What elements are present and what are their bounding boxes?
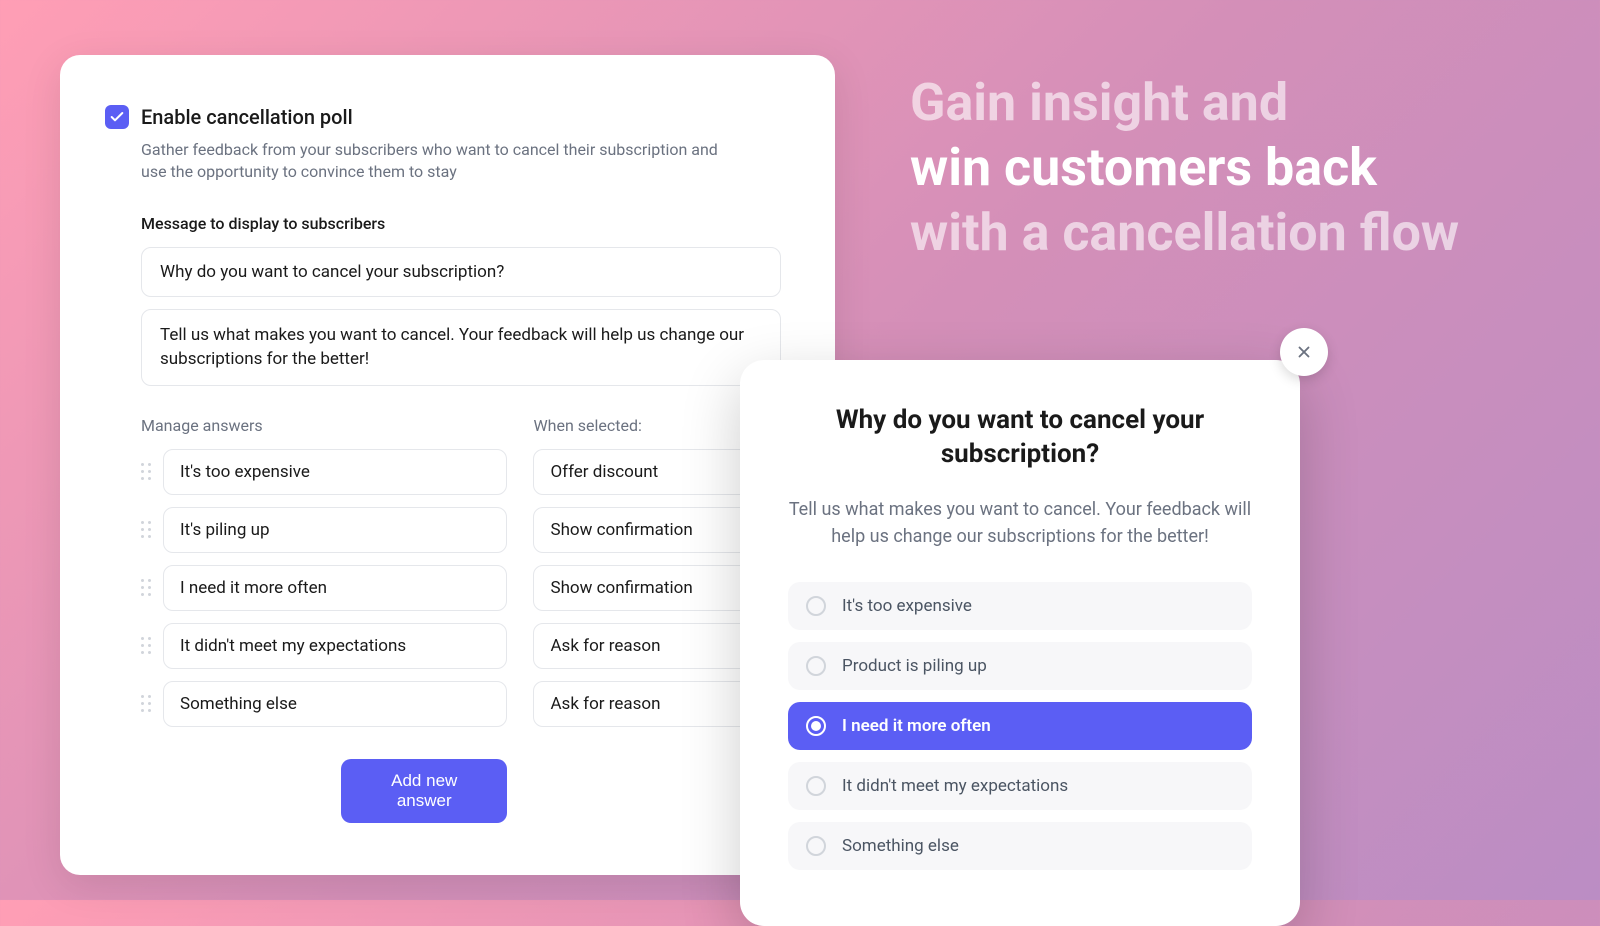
enable-label: Enable cancellation poll — [141, 105, 353, 129]
answers-column: Manage answers It's too expensive It's p… — [141, 416, 507, 823]
cancel-option[interactable]: It's too expensive — [788, 582, 1252, 630]
marketing-headline: Gain insight and win customers back with… — [910, 70, 1459, 265]
answer-row: I need it more often — [141, 565, 507, 611]
radio-icon — [806, 776, 826, 796]
option-label: I need it more often — [842, 716, 991, 736]
drag-handle-icon[interactable] — [141, 695, 153, 713]
answer-input[interactable]: It's piling up — [163, 507, 507, 553]
answer-row: It didn't meet my expectations — [141, 623, 507, 669]
check-icon — [109, 109, 125, 125]
option-label: Something else — [842, 836, 959, 856]
answer-row: It's piling up — [141, 507, 507, 553]
answer-input[interactable]: Something else — [163, 681, 507, 727]
drag-handle-icon[interactable] — [141, 637, 153, 655]
modal-subtitle: Tell us what makes you want to cancel. Y… — [788, 496, 1252, 550]
radio-icon — [806, 716, 826, 736]
answer-row: Something else — [141, 681, 507, 727]
cancel-option[interactable]: Something else — [788, 822, 1252, 870]
enable-row: Enable cancellation poll — [105, 105, 790, 129]
drag-handle-icon[interactable] — [141, 521, 153, 539]
close-button[interactable] — [1280, 328, 1328, 376]
answer-input[interactable]: It didn't meet my expectations — [163, 623, 507, 669]
headline-line3: with a cancellation flow — [910, 202, 1459, 263]
message-body-input[interactable]: Tell us what makes you want to cancel. Y… — [141, 309, 781, 387]
option-label: It's too expensive — [842, 596, 972, 616]
radio-icon — [806, 596, 826, 616]
drag-handle-icon[interactable] — [141, 463, 153, 481]
enable-description: Gather feedback from your subscribers wh… — [141, 139, 741, 184]
answer-row: It's too expensive — [141, 449, 507, 495]
message-section-label: Message to display to subscribers — [141, 214, 790, 233]
modal-title: Why do you want to cancel your subscript… — [788, 404, 1252, 472]
add-answer-button[interactable]: Add new answer — [341, 759, 507, 823]
enable-checkbox[interactable] — [105, 105, 129, 129]
radio-icon — [806, 836, 826, 856]
manage-answers-header: Manage answers — [141, 416, 507, 435]
drag-handle-icon[interactable] — [141, 579, 153, 597]
cancel-option[interactable]: Product is piling up — [788, 642, 1252, 690]
cancel-option[interactable]: I need it more often — [788, 702, 1252, 750]
answers-columns: Manage answers It's too expensive It's p… — [141, 416, 790, 823]
cancel-option[interactable]: It didn't meet my expectations — [788, 762, 1252, 810]
message-title-input[interactable]: Why do you want to cancel your subscript… — [141, 247, 781, 297]
headline-line2: win customers back — [910, 137, 1377, 198]
option-label: It didn't meet my expectations — [842, 776, 1068, 796]
answer-input[interactable]: It's too expensive — [163, 449, 507, 495]
cancellation-modal: Why do you want to cancel your subscript… — [740, 360, 1300, 926]
answer-input[interactable]: I need it more often — [163, 565, 507, 611]
radio-icon — [806, 656, 826, 676]
option-label: Product is piling up — [842, 656, 987, 676]
close-icon — [1295, 343, 1313, 361]
settings-panel: Enable cancellation poll Gather feedback… — [60, 55, 835, 875]
headline-line1: Gain insight and — [910, 72, 1288, 133]
